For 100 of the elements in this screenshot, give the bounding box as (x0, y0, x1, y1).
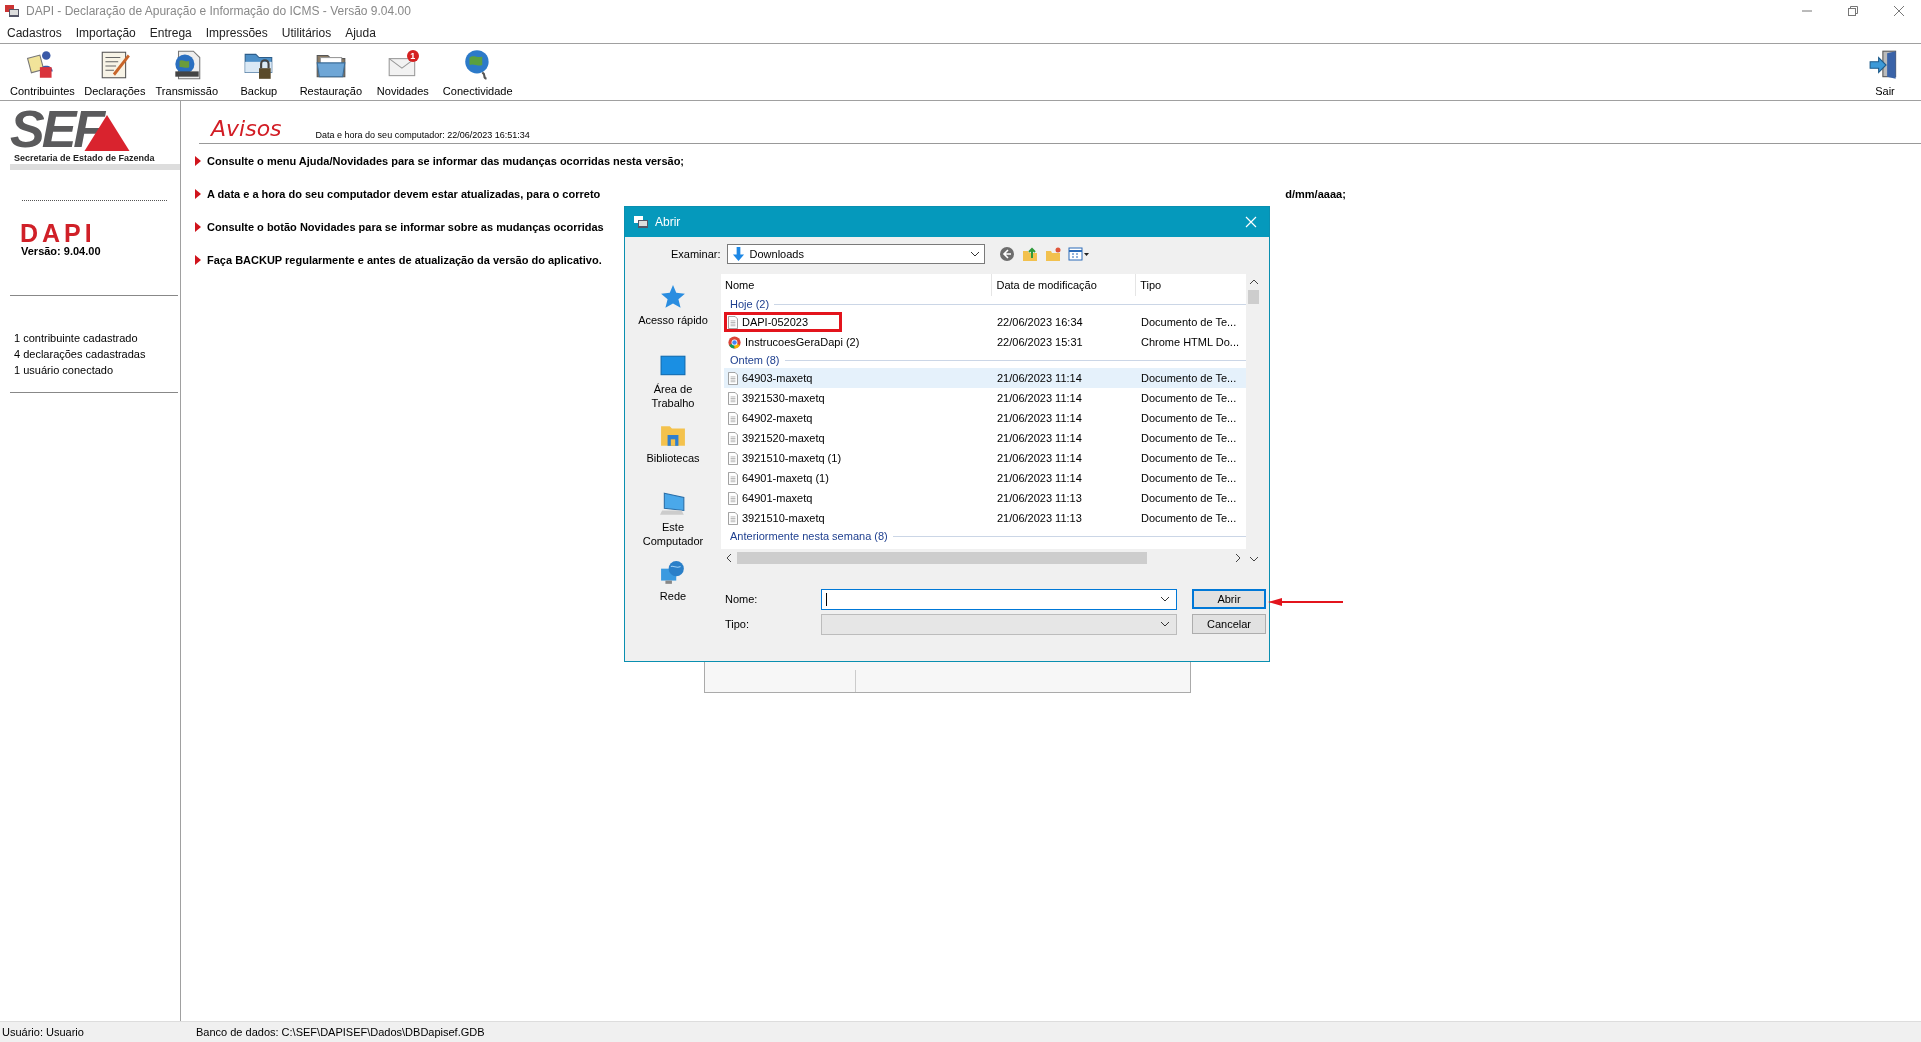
chevron-down-icon (1160, 596, 1170, 602)
toolbar-button[interactable]: 1 Novidades (366, 48, 439, 100)
column-header[interactable]: Tipo (1136, 274, 1246, 296)
file-date: 21/06/2023 11:13 (996, 492, 1083, 504)
scroll-up-icon[interactable] (1248, 277, 1259, 287)
network-icon (660, 560, 686, 586)
notice-text: Consulte o botão Novidades para se informar sobre as mudanças ocorridas (207, 220, 604, 233)
stat-text: 1 contribuinte cadastrado (14, 331, 139, 346)
file-date: 22/06/2023 16:34 (996, 316, 1084, 328)
file-date: 21/06/2023 11:14 (996, 372, 1083, 384)
filename-field[interactable] (821, 588, 1177, 610)
file-date: 22/06/2023 15:31 (996, 336, 1084, 348)
cancel-button[interactable]: Cancelar (1192, 614, 1266, 634)
field-label: Nome: (725, 593, 759, 605)
column-header[interactable]: Data de modificação (992, 274, 1137, 296)
notice-text: Faça BACKUP regularmente e antes de atualização da versão do aplicativo. (207, 253, 602, 266)
menu-item[interactable]: Impressões (205, 25, 268, 40)
file-row[interactable]: 64903-maxetq 21/06/2023 11:14 Documento de Te... (724, 368, 1246, 388)
toolbar-button[interactable]: Contribuintes (6, 48, 79, 100)
group-header[interactable]: Ontem (8) (730, 354, 780, 366)
menu-item[interactable]: Ajuda (345, 25, 376, 40)
folder-up-icon[interactable] (1021, 246, 1038, 262)
file-row[interactable]: DAPI-052023 22/06/2023 16:34 Documento de Te... (724, 312, 1246, 332)
scroll-left-icon[interactable] (725, 553, 733, 563)
toolbar-button[interactable]: Backup (222, 48, 295, 100)
bullet-icon (195, 188, 201, 199)
scroll-right-icon[interactable] (1234, 553, 1242, 563)
file-row[interactable]: 3921530-maxetq 21/06/2023 11:14 Documento de Te... (724, 388, 1246, 408)
field-label: Examinar: (671, 248, 721, 260)
file-row[interactable]: 3921510-maxetq 21/06/2023 11:13 Documento de Te... (724, 508, 1246, 528)
bullet-icon (195, 221, 201, 232)
browser-icon (728, 335, 741, 349)
file-date: 21/06/2023 11:14 (996, 452, 1083, 464)
file-name: 64902-maxetq (742, 412, 813, 424)
menu-item[interactable]: Importação (75, 25, 136, 40)
place-item[interactable]: Bibliotecas (636, 422, 710, 465)
toolbar-button[interactable]: Transmissão (150, 48, 223, 100)
view-menu-icon[interactable] (1067, 246, 1090, 262)
text-file-icon (728, 511, 738, 525)
menu-item[interactable]: Cadastros (7, 25, 62, 40)
bullet-icon (195, 254, 201, 265)
file-row[interactable]: 3921510-maxetq (1) 21/06/2023 11:14 Documento de Te... (724, 448, 1246, 468)
file-date: 21/06/2023 11:14 (996, 432, 1083, 444)
scrollbar-thumb[interactable] (1248, 290, 1259, 304)
exit-button[interactable]: Sair (1849, 48, 1921, 100)
file-type: Documento de Te... (1140, 451, 1238, 466)
open-button[interactable]: Abrir (1192, 589, 1266, 609)
file-date: 21/06/2023 11:14 (996, 392, 1083, 404)
dialog-title: Abrir (655, 215, 681, 229)
logo-subtitle: Secretaria de Estado de Fazenda (13, 152, 156, 164)
status-database: Banco de dados: C:\SEF\DAPISEF\Dados\DBDapisef.GDB (195, 1026, 485, 1038)
notice-text: d/mm/aaaa; (1285, 187, 1346, 200)
toolbar-button[interactable]: Restauração (294, 48, 367, 100)
toolbar-button[interactable]: Declarações (78, 48, 151, 100)
file-name: 64903-maxetq (742, 372, 813, 384)
close-icon[interactable] (1893, 5, 1905, 17)
file-type: Documento de Te... (1140, 431, 1238, 446)
location-dropdown[interactable]: Downloads (726, 244, 985, 264)
new-folder-icon[interactable] (1044, 246, 1061, 262)
app-icon (633, 214, 649, 230)
file-date: 21/06/2023 11:14 (996, 472, 1083, 484)
file-name: 64901-maxetq (1) (742, 472, 829, 484)
notification-badge: 1 (406, 50, 419, 62)
file-name: 3921520-maxetq (742, 432, 825, 444)
menu-item[interactable]: Utilitários (281, 25, 332, 40)
app-icon (4, 3, 20, 19)
column-header[interactable]: Nome (721, 274, 993, 296)
text-file-icon (728, 431, 738, 445)
file-row[interactable]: 64902-maxetq 21/06/2023 11:14 Documento de Te... (724, 408, 1246, 428)
place-item[interactable]: Área de Trabalho (636, 353, 710, 410)
file-row[interactable]: 64901-maxetq (1) 21/06/2023 11:14 Documento de Te... (724, 468, 1246, 488)
file-date: 21/06/2023 11:14 (996, 412, 1083, 424)
file-type: Documento de Te... (1140, 411, 1238, 426)
menu-item[interactable]: Entrega (149, 25, 192, 40)
file-row[interactable]: 3921520-maxetq 21/06/2023 11:14 Documento de Te... (724, 428, 1246, 448)
back-icon[interactable] (998, 246, 1015, 262)
text-file-icon (728, 451, 738, 465)
text-file-icon (728, 315, 738, 329)
file-name: DAPI-052023 (742, 316, 809, 328)
notices-title: Avisos (211, 117, 282, 141)
group-header[interactable]: Hoje (2) (730, 298, 770, 310)
scrollbar-thumb[interactable] (737, 552, 1147, 564)
file-type: Documento de Te... (1140, 491, 1238, 506)
file-row[interactable]: InstrucoesGeraDapi (2) 22/06/2023 15:31 Chrome HTML Do... (724, 332, 1246, 352)
chevron-down-icon (969, 251, 980, 257)
toolbar-button[interactable]: Conectividade (438, 48, 517, 100)
stat-text: 4 declarações cadastradas (14, 347, 147, 362)
field-label: Tipo: (725, 618, 751, 630)
file-type: Documento de Te... (1140, 315, 1238, 330)
logo-text: SEF (10, 107, 103, 151)
restore-icon[interactable] (1847, 5, 1859, 17)
scroll-down-icon[interactable] (1248, 554, 1259, 564)
place-item[interactable]: Este Computador (636, 491, 710, 548)
file-row[interactable]: 64901-maxetq 21/06/2023 11:13 Documento de Te... (724, 488, 1246, 508)
file-name: 64901-maxetq (742, 492, 813, 504)
file-name: InstrucoesGeraDapi (2) (745, 336, 860, 348)
place-item[interactable]: Acesso rápido (636, 284, 710, 327)
place-item[interactable]: Rede (636, 560, 710, 603)
datetime-text: Data e hora do seu computador: 22/06/2023 16:51:34 (315, 130, 530, 141)
group-header[interactable]: Anteriormente nesta semana (8) (730, 530, 888, 542)
